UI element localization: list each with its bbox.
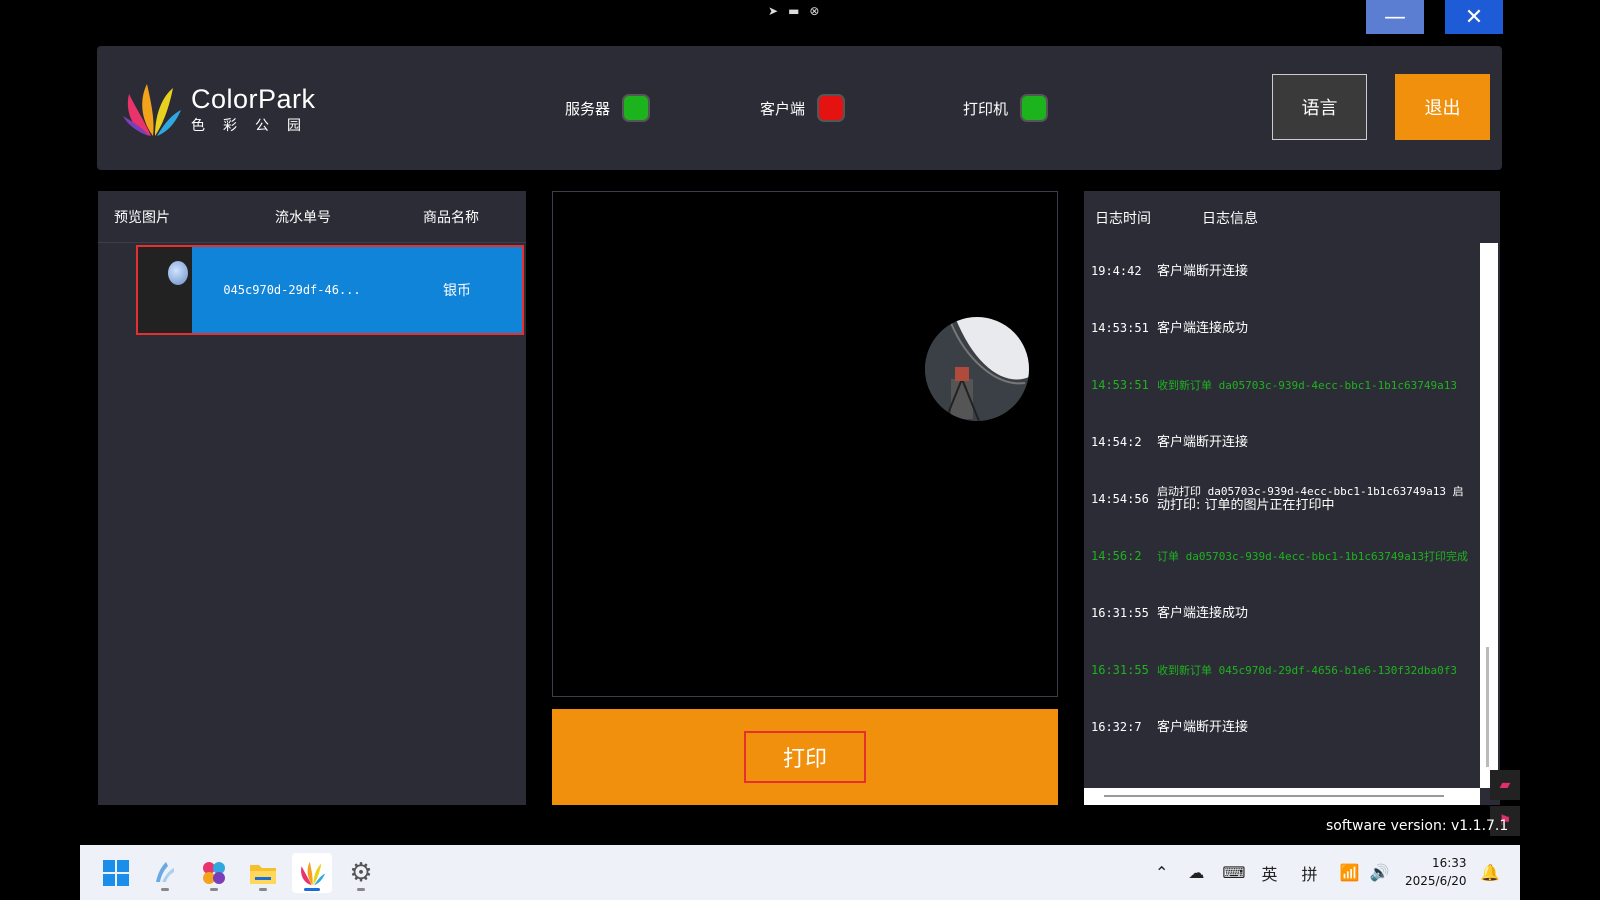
order-list-panel: 预览图片 流水单号 商品名称 045c970d-29df-46... 银币 (98, 191, 526, 805)
minimize-icon: — (1384, 4, 1406, 30)
image-preview-area (552, 191, 1058, 697)
colorpark-client-icon[interactable] (145, 853, 185, 893)
notification-bell[interactable]: 🔔 (1480, 845, 1500, 900)
table-row[interactable]: 045c970d-29df-46... 银币 (136, 245, 524, 335)
list-item: 14:53:51 收到新订单 da05703c-939d-4ecc-bbc1-1b… (1091, 378, 1458, 392)
software-version: software version: v1.1.7.1 (1326, 818, 1509, 834)
status-indicator-client (817, 94, 846, 122)
column-log-time: 日志时间 (1095, 211, 1151, 227)
status-indicator-printer (1020, 94, 1049, 122)
chevron-up-icon[interactable]: ⌃ (1155, 863, 1168, 882)
print-button[interactable]: 打印 (552, 709, 1058, 805)
column-product-name: 商品名称 (423, 209, 479, 226)
vertical-scroll-thumb[interactable] (1486, 647, 1489, 767)
clock-time: 16:33 (1431, 856, 1467, 870)
logo: ColorPark 色彩公园 (121, 80, 319, 138)
horizontal-scroll-thumb[interactable] (1104, 795, 1444, 797)
ime-mode-indicator[interactable]: 拼 (1302, 861, 1318, 885)
log-list[interactable]: 19:4:42 客户端断开连接 14:53:51 客户端连接成功 14:53:51 收… (1084, 243, 1480, 788)
order-list-header: 预览图片 流水单号 商品名称 (98, 191, 526, 243)
status-server: 服务器 (565, 94, 651, 122)
status-label-server: 服务器 (565, 99, 611, 118)
colorpark-logo-icon (123, 84, 181, 136)
minimize-button[interactable]: — (1366, 0, 1424, 34)
header-bar: ColorPark 色彩公园 服务器 客户端 打印机 语言 退出 (97, 46, 1502, 170)
close-circle-icon[interactable]: ⊗ (809, 4, 819, 18)
close-icon: ✕ (1464, 4, 1484, 30)
windows-start-icon[interactable] (96, 853, 136, 893)
order-serial-number: 045c970d-29df-46... (223, 283, 361, 297)
top-toolbar: ➤ ▬ ⊗ (768, 4, 819, 18)
status-indicator-server (622, 94, 651, 122)
clock[interactable]: 16:33 2025/6/20 (1405, 854, 1467, 890)
taskbar: ⚙ ⌃ ☁ ⌨ 英 拼 📶 🔊 16:33 2025/6/20 🔔 (80, 845, 1520, 900)
logo-text-en: ColorPark (191, 83, 316, 114)
system-tray: ⌃ ☁ ⌨ 英 拼 📶 🔊 (1155, 845, 1389, 900)
list-item: 14:54:56 启动打印 da05703c-939d-4ecc-bbc1-1b… (1091, 485, 1464, 513)
log-header: 日志时间 日志信息 (1084, 191, 1500, 243)
folder-icon[interactable]: ▰ (1490, 770, 1520, 800)
screen: ➤ ▬ ⊗ — ✕ ColorPark 色彩公园 服务器 客户端 打印机 语言 … (0, 0, 1600, 900)
log-horizontal-scrollbar[interactable] (1084, 788, 1480, 805)
preview-image (925, 317, 1029, 421)
ime-language-indicator[interactable]: 英 (1262, 861, 1278, 885)
wifi-icon[interactable]: 📶 (1340, 863, 1360, 882)
list-item: 16:31:55 客户端连接成功 (1091, 606, 1249, 621)
bell-icon: 🔔 (1480, 863, 1500, 882)
log-panel: 日志时间 日志信息 19:4:42 客户端断开连接 14:53:51 客户端连接成功… (1084, 191, 1500, 805)
language-button[interactable]: 语言 (1272, 74, 1367, 140)
column-preview-image: 预览图片 (114, 209, 170, 226)
list-item: 19:4:42 客户端断开连接 (1091, 264, 1249, 279)
status-client: 客户端 (760, 94, 846, 122)
log-vertical-scrollbar[interactable] (1480, 243, 1498, 788)
clock-date: 2025/6/20 (1405, 874, 1467, 888)
list-item: 14:54:2 客户端断开连接 (1091, 435, 1249, 450)
volume-icon[interactable]: 🔊 (1369, 863, 1389, 882)
list-item: 14:56:2 订单 da05703c-939d-4ecc-bbc1-1b1c63… (1091, 549, 1469, 563)
settings-icon[interactable]: ⚙ (341, 853, 381, 893)
close-button[interactable]: ✕ (1445, 0, 1503, 34)
status-label-client: 客户端 (760, 99, 806, 118)
file-explorer-icon[interactable] (243, 853, 283, 893)
palette-app-icon[interactable] (194, 853, 234, 893)
print-button-label: 打印 (744, 731, 866, 783)
list-item: 16:31:55 收到新订单 045c970d-29df-4656-b1e6-13… (1091, 663, 1458, 677)
list-item: 14:53:51 客户端连接成功 (1091, 321, 1249, 336)
keyboard-icon[interactable]: ▬ (788, 4, 799, 18)
column-log-message: 日志信息 (1202, 211, 1258, 227)
order-preview-thumbnail (138, 247, 192, 333)
cloud-off-icon[interactable]: ☁ (1188, 863, 1204, 882)
status-printer: 打印机 (963, 94, 1049, 122)
list-item: 16:32:7 客户端断开连接 (1091, 720, 1249, 735)
column-serial-number: 流水单号 (275, 209, 331, 226)
logo-text-cn: 色彩公园 (191, 117, 319, 134)
keyboard-icon[interactable]: ⌨ (1222, 863, 1245, 882)
coin-icon (168, 261, 188, 285)
send-icon[interactable]: ➤ (768, 4, 778, 18)
status-label-printer: 打印机 (963, 99, 1009, 118)
colorpark-app-icon[interactable] (292, 853, 332, 893)
exit-button[interactable]: 退出 (1395, 74, 1490, 140)
order-product-name: 银币 (443, 283, 471, 299)
